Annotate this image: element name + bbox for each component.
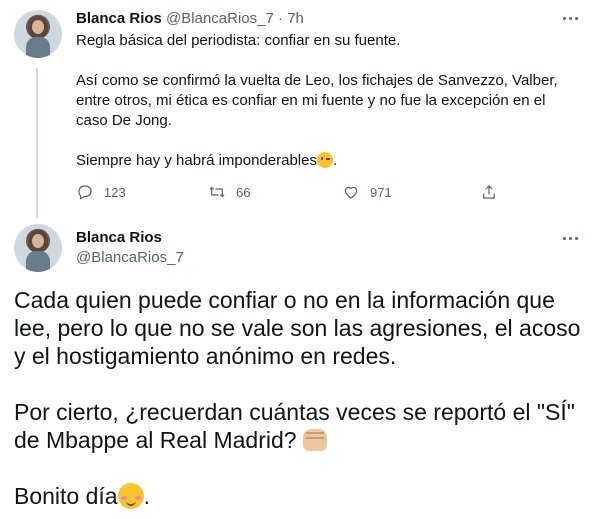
reply-button[interactable]: 123: [76, 180, 126, 204]
like-button[interactable]: 971: [342, 180, 392, 204]
tweet-paragraph: Siempre hay y habrá imponderables.: [76, 151, 576, 171]
share-button[interactable]: [480, 180, 498, 204]
tweet-paragraph: Bonito día.: [14, 482, 584, 510]
tweet-actions: 123 66 971: [76, 180, 496, 204]
share-icon: [483, 185, 495, 199]
handle[interactable]: @BlancaRios_7: [166, 10, 274, 27]
display-name[interactable]: Blanca Rios: [76, 228, 162, 248]
retweet-button[interactable]: 66: [208, 180, 250, 204]
separator: ·: [278, 10, 284, 27]
tweet-paragraph: Así como se confirmó la vuelta de Leo, l…: [76, 72, 558, 129]
tweet-text: Regla básica del periodista: confiar en …: [76, 31, 576, 191]
avatar-face: [32, 20, 44, 34]
avatar[interactable]: [14, 224, 62, 272]
winking-face-icon: [316, 152, 333, 168]
display-name[interactable]: Blanca Rios: [76, 10, 162, 27]
tweet-paragraph: Regla básica del periodista: confiar en …: [76, 32, 401, 49]
avatar-body: [26, 251, 50, 272]
heart-icon: [344, 186, 358, 199]
reply-count: 123: [104, 184, 126, 200]
tweet-paragraph: Cada quien puede confiar o no en la info…: [14, 287, 581, 369]
more-options-icon[interactable]: [560, 228, 580, 248]
avatar[interactable]: [14, 10, 62, 58]
tweet-paragraph-text: Siempre hay y habrá imponderables: [76, 152, 317, 169]
oncoming-fist-icon: [302, 429, 327, 451]
tweet-paragraph-text: Bonito día: [14, 483, 118, 509]
paragraph-suffix: .: [143, 483, 150, 509]
retweet-count: 66: [236, 184, 251, 200]
thread-connector-line: [36, 68, 38, 218]
handle[interactable]: @BlancaRios_7: [76, 248, 184, 268]
tweet-paragraph-text: Por cierto, ¿recuerdan cuántas veces se …: [14, 399, 575, 453]
like-count: 971: [370, 184, 392, 200]
smiling-face-icon: [117, 483, 144, 509]
retweet-icon: [209, 186, 225, 198]
paragraph-suffix: .: [332, 152, 338, 169]
tweet-header: Blanca Rios @BlancaRios_7 · 7h: [76, 9, 304, 29]
reply-icon: [78, 185, 92, 200]
avatar-body: [26, 37, 50, 58]
timestamp[interactable]: 7h: [287, 10, 304, 27]
tweet-text: Cada quien puede confiar o no en la info…: [14, 286, 584, 519]
tweet-paragraph: Por cierto, ¿recuerdan cuántas veces se …: [14, 398, 584, 454]
avatar-face: [32, 234, 44, 248]
more-options-icon[interactable]: [560, 8, 580, 28]
